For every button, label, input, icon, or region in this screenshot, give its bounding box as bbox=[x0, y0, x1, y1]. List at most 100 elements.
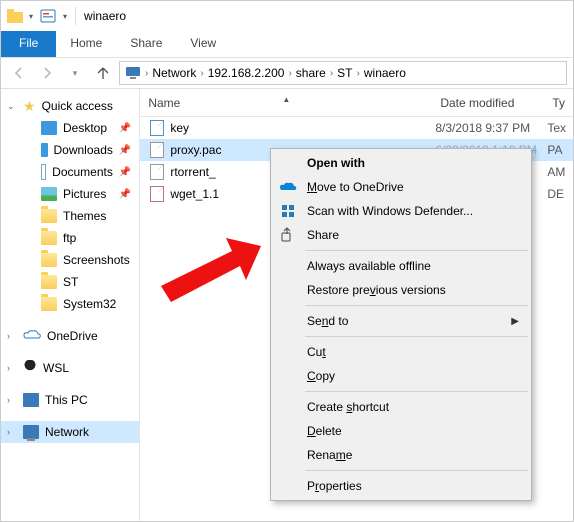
nav-wsl[interactable]: ›WSL bbox=[1, 357, 139, 379]
share-icon bbox=[279, 226, 297, 244]
breadcrumb[interactable]: › Network › 192.168.2.200 › share › ST ›… bbox=[119, 61, 567, 85]
menu-move-onedrive[interactable]: Move to OneDrive bbox=[273, 175, 529, 199]
menu-defender[interactable]: Scan with Windows Defender... bbox=[273, 199, 529, 223]
folder-icon bbox=[7, 9, 23, 23]
nav-label: ST bbox=[63, 275, 78, 289]
menu-separator bbox=[305, 470, 528, 471]
col-name[interactable]: Name▲ bbox=[140, 96, 432, 110]
up-button[interactable] bbox=[91, 61, 115, 85]
context-menu: Open with Move to OneDrive Scan with Win… bbox=[270, 148, 532, 501]
pin-icon: 📌 bbox=[119, 167, 131, 178]
expand-icon[interactable]: › bbox=[7, 331, 17, 341]
chevron-right-icon[interactable]: › bbox=[357, 68, 360, 79]
dropdown-icon[interactable]: ▾ bbox=[63, 12, 67, 21]
menu-label: Copy bbox=[307, 369, 335, 383]
window-title: winaero bbox=[84, 9, 126, 23]
nav-item-system32[interactable]: System32 bbox=[1, 293, 139, 315]
breadcrumb-seg[interactable]: share bbox=[293, 66, 329, 80]
expand-icon[interactable]: › bbox=[7, 427, 17, 437]
menu-properties[interactable]: Properties bbox=[273, 474, 529, 498]
desktop-icon bbox=[41, 121, 57, 135]
nav-item-pictures[interactable]: Pictures📌 bbox=[1, 183, 139, 205]
tab-file[interactable]: File bbox=[1, 31, 56, 57]
menu-create-shortcut[interactable]: Create shortcut bbox=[273, 395, 529, 419]
breadcrumb-seg[interactable]: Network bbox=[149, 66, 199, 80]
pc-icon[interactable] bbox=[122, 66, 144, 80]
nav-item-st[interactable]: ST bbox=[1, 271, 139, 293]
menu-open-with[interactable]: Open with bbox=[273, 151, 529, 175]
recent-dropdown[interactable]: ▾ bbox=[63, 61, 87, 85]
menu-label: Open with bbox=[307, 156, 365, 170]
menu-restore-versions[interactable]: Restore previous versions bbox=[273, 278, 529, 302]
pin-icon: 📌 bbox=[119, 189, 131, 200]
expand-icon[interactable]: › bbox=[7, 395, 17, 405]
pin-icon: 📌 bbox=[119, 145, 131, 156]
breadcrumb-seg[interactable]: ST bbox=[334, 66, 355, 80]
submenu-arrow-icon: ▶ bbox=[511, 316, 519, 327]
quick-access-toolbar: ▾ ▾ bbox=[7, 7, 67, 25]
nav-onedrive[interactable]: › OneDrive bbox=[1, 325, 139, 347]
dropdown-icon[interactable]: ▾ bbox=[29, 12, 33, 21]
breadcrumb-seg[interactable]: winaero bbox=[361, 66, 409, 80]
menu-label: Move to OneDrive bbox=[307, 180, 404, 194]
nav-label: OneDrive bbox=[47, 329, 98, 343]
col-date[interactable]: Date modified bbox=[432, 96, 544, 110]
back-button[interactable] bbox=[7, 61, 31, 85]
titlebar: ▾ ▾ winaero bbox=[1, 1, 573, 31]
nav-network[interactable]: ›Network bbox=[1, 421, 139, 443]
menu-label: Properties bbox=[307, 479, 362, 493]
chevron-right-icon[interactable]: › bbox=[200, 68, 203, 79]
chevron-right-icon[interactable]: › bbox=[330, 68, 333, 79]
tab-share[interactable]: Share bbox=[116, 31, 176, 57]
defender-icon bbox=[279, 202, 297, 220]
nav-label: This PC bbox=[45, 393, 88, 407]
menu-separator bbox=[305, 250, 528, 251]
menu-copy[interactable]: Copy bbox=[273, 364, 529, 388]
chevron-right-icon[interactable]: › bbox=[145, 68, 148, 79]
file-name: proxy.pac bbox=[170, 143, 221, 157]
nav-label: Desktop bbox=[63, 121, 107, 135]
chevron-right-icon[interactable]: › bbox=[288, 68, 291, 79]
ribbon: File Home Share View bbox=[1, 31, 573, 57]
sort-asc-icon: ▲ bbox=[282, 95, 290, 104]
nav-item-desktop[interactable]: Desktop📌 bbox=[1, 117, 139, 139]
nav-item-downloads[interactable]: Downloads 📌 bbox=[1, 139, 139, 161]
column-headers: Name▲ Date modified Ty bbox=[140, 89, 573, 117]
nav-quick-access[interactable]: ⌄ ★ Quick access bbox=[1, 95, 139, 117]
file-name: rtorrent_ bbox=[170, 165, 215, 179]
forward-button[interactable] bbox=[35, 61, 59, 85]
nav-label: Documents bbox=[52, 165, 113, 179]
menu-label: Share bbox=[307, 228, 339, 242]
nav-thispc[interactable]: › This PC bbox=[1, 389, 139, 411]
nav-item-screenshots[interactable]: Screenshots bbox=[1, 249, 139, 271]
file-row[interactable]: key 8/3/2018 9:37 PM Tex bbox=[140, 117, 573, 139]
nav-label: System32 bbox=[63, 297, 116, 311]
menu-label: Delete bbox=[307, 424, 342, 438]
menu-delete[interactable]: Delete bbox=[273, 419, 529, 443]
file-icon bbox=[150, 120, 164, 136]
expand-icon[interactable]: ⌄ bbox=[7, 101, 17, 112]
col-type[interactable]: Ty bbox=[544, 96, 573, 110]
tab-home[interactable]: Home bbox=[56, 31, 116, 57]
menu-label: Create shortcut bbox=[307, 400, 389, 414]
menu-rename[interactable]: Rename bbox=[273, 443, 529, 467]
menu-send-to[interactable]: Send to▶ bbox=[273, 309, 529, 333]
menu-label: Cut bbox=[307, 345, 326, 359]
tab-view[interactable]: View bbox=[176, 31, 230, 57]
expand-icon[interactable]: › bbox=[7, 363, 17, 373]
menu-cut[interactable]: Cut bbox=[273, 340, 529, 364]
nav-item-ftp[interactable]: ftp bbox=[1, 227, 139, 249]
nav-label: Downloads bbox=[54, 143, 113, 157]
file-type: DE bbox=[547, 187, 573, 201]
menu-always-offline[interactable]: Always available offline bbox=[273, 254, 529, 278]
nav-label: Themes bbox=[63, 209, 106, 223]
menu-share[interactable]: Share bbox=[273, 223, 529, 247]
breadcrumb-seg[interactable]: 192.168.2.200 bbox=[205, 66, 288, 80]
folder-icon bbox=[41, 231, 57, 245]
properties-icon[interactable] bbox=[39, 7, 57, 25]
menu-label: Always available offline bbox=[307, 259, 431, 273]
nav-label: ftp bbox=[63, 231, 76, 245]
nav-item-themes[interactable]: Themes bbox=[1, 205, 139, 227]
nav-item-documents[interactable]: Documents 📌 bbox=[1, 161, 139, 183]
nav-label: Screenshots bbox=[63, 253, 130, 267]
